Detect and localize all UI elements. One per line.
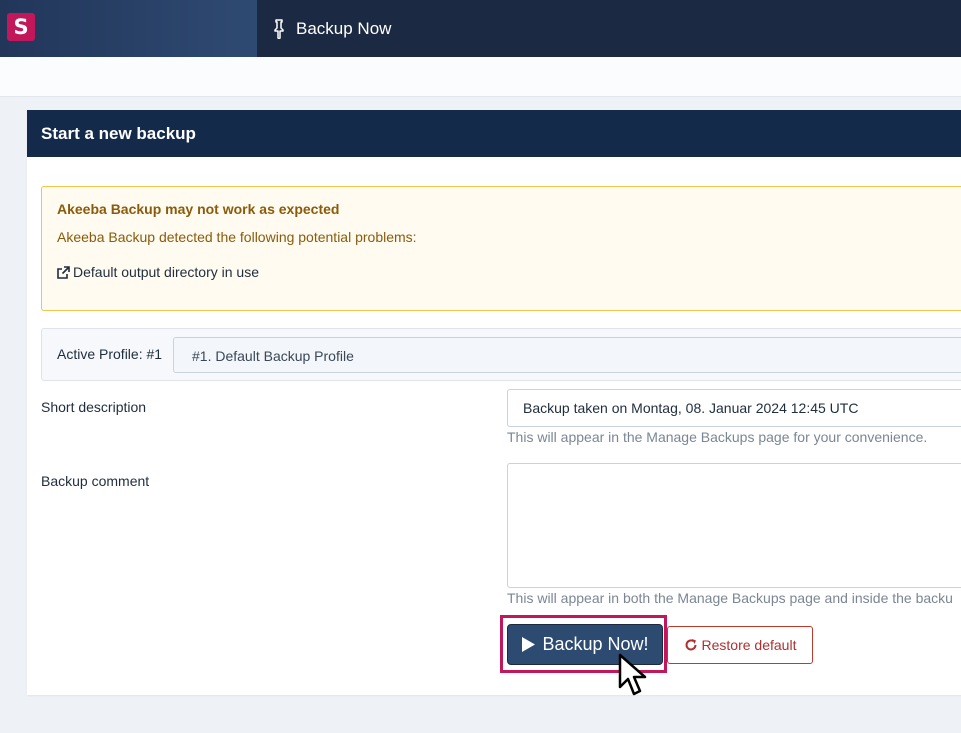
short-description-label: Short description <box>41 399 147 415</box>
card-title: Start a new backup <box>41 123 196 143</box>
warning-alert: Akeeba Backup may not work as expected A… <box>41 186 961 311</box>
toolbar <box>0 57 961 97</box>
app-logo[interactable]: S <box>7 13 35 41</box>
backup-comment-help: This will appear in both the Manage Back… <box>507 590 953 606</box>
active-profile-label: Active Profile: #1 <box>57 346 163 362</box>
alert-text: Akeeba Backup detected the following pot… <box>57 229 417 245</box>
short-description-value: Backup taken on Montag, 08. Januar 2024 … <box>523 400 859 416</box>
card-header: Start a new backup <box>27 110 961 157</box>
profile-select[interactable]: #1. Default Backup Profile <box>173 337 961 373</box>
short-description-help: This will appear in the Manage Backups p… <box>507 429 928 445</box>
top-bar: S Backup Now <box>0 0 961 57</box>
alert-heading: Akeeba Backup may not work as expected <box>57 201 340 217</box>
active-profile-row: Active Profile: #1 #1. Default Backup Pr… <box>41 328 961 381</box>
backup-card: Start a new backup Akeeba Backup may not… <box>27 110 961 695</box>
profile-select-value: #1. Default Backup Profile <box>192 348 354 364</box>
backup-comment-textarea[interactable] <box>507 463 961 588</box>
page-header: Backup Now <box>272 0 391 57</box>
default-output-directory-link[interactable]: Default output directory in use <box>57 264 259 280</box>
restore-default-label: Restore default <box>701 637 797 653</box>
external-link-icon <box>57 265 70 279</box>
pin-icon <box>274 18 284 39</box>
alert-link-label: Default output directory in use <box>73 264 259 280</box>
play-icon <box>522 637 536 652</box>
restore-default-button[interactable]: Restore default <box>667 626 813 664</box>
refresh-icon <box>685 639 697 651</box>
page-title: Backup Now <box>296 18 392 38</box>
mouse-cursor-icon <box>618 653 647 696</box>
brand-area: S <box>0 0 257 57</box>
backup-comment-label: Backup comment <box>41 473 150 489</box>
backup-now-label: Backup Now! <box>542 634 649 654</box>
short-description-input[interactable]: Backup taken on Montag, 08. Januar 2024 … <box>507 389 961 427</box>
